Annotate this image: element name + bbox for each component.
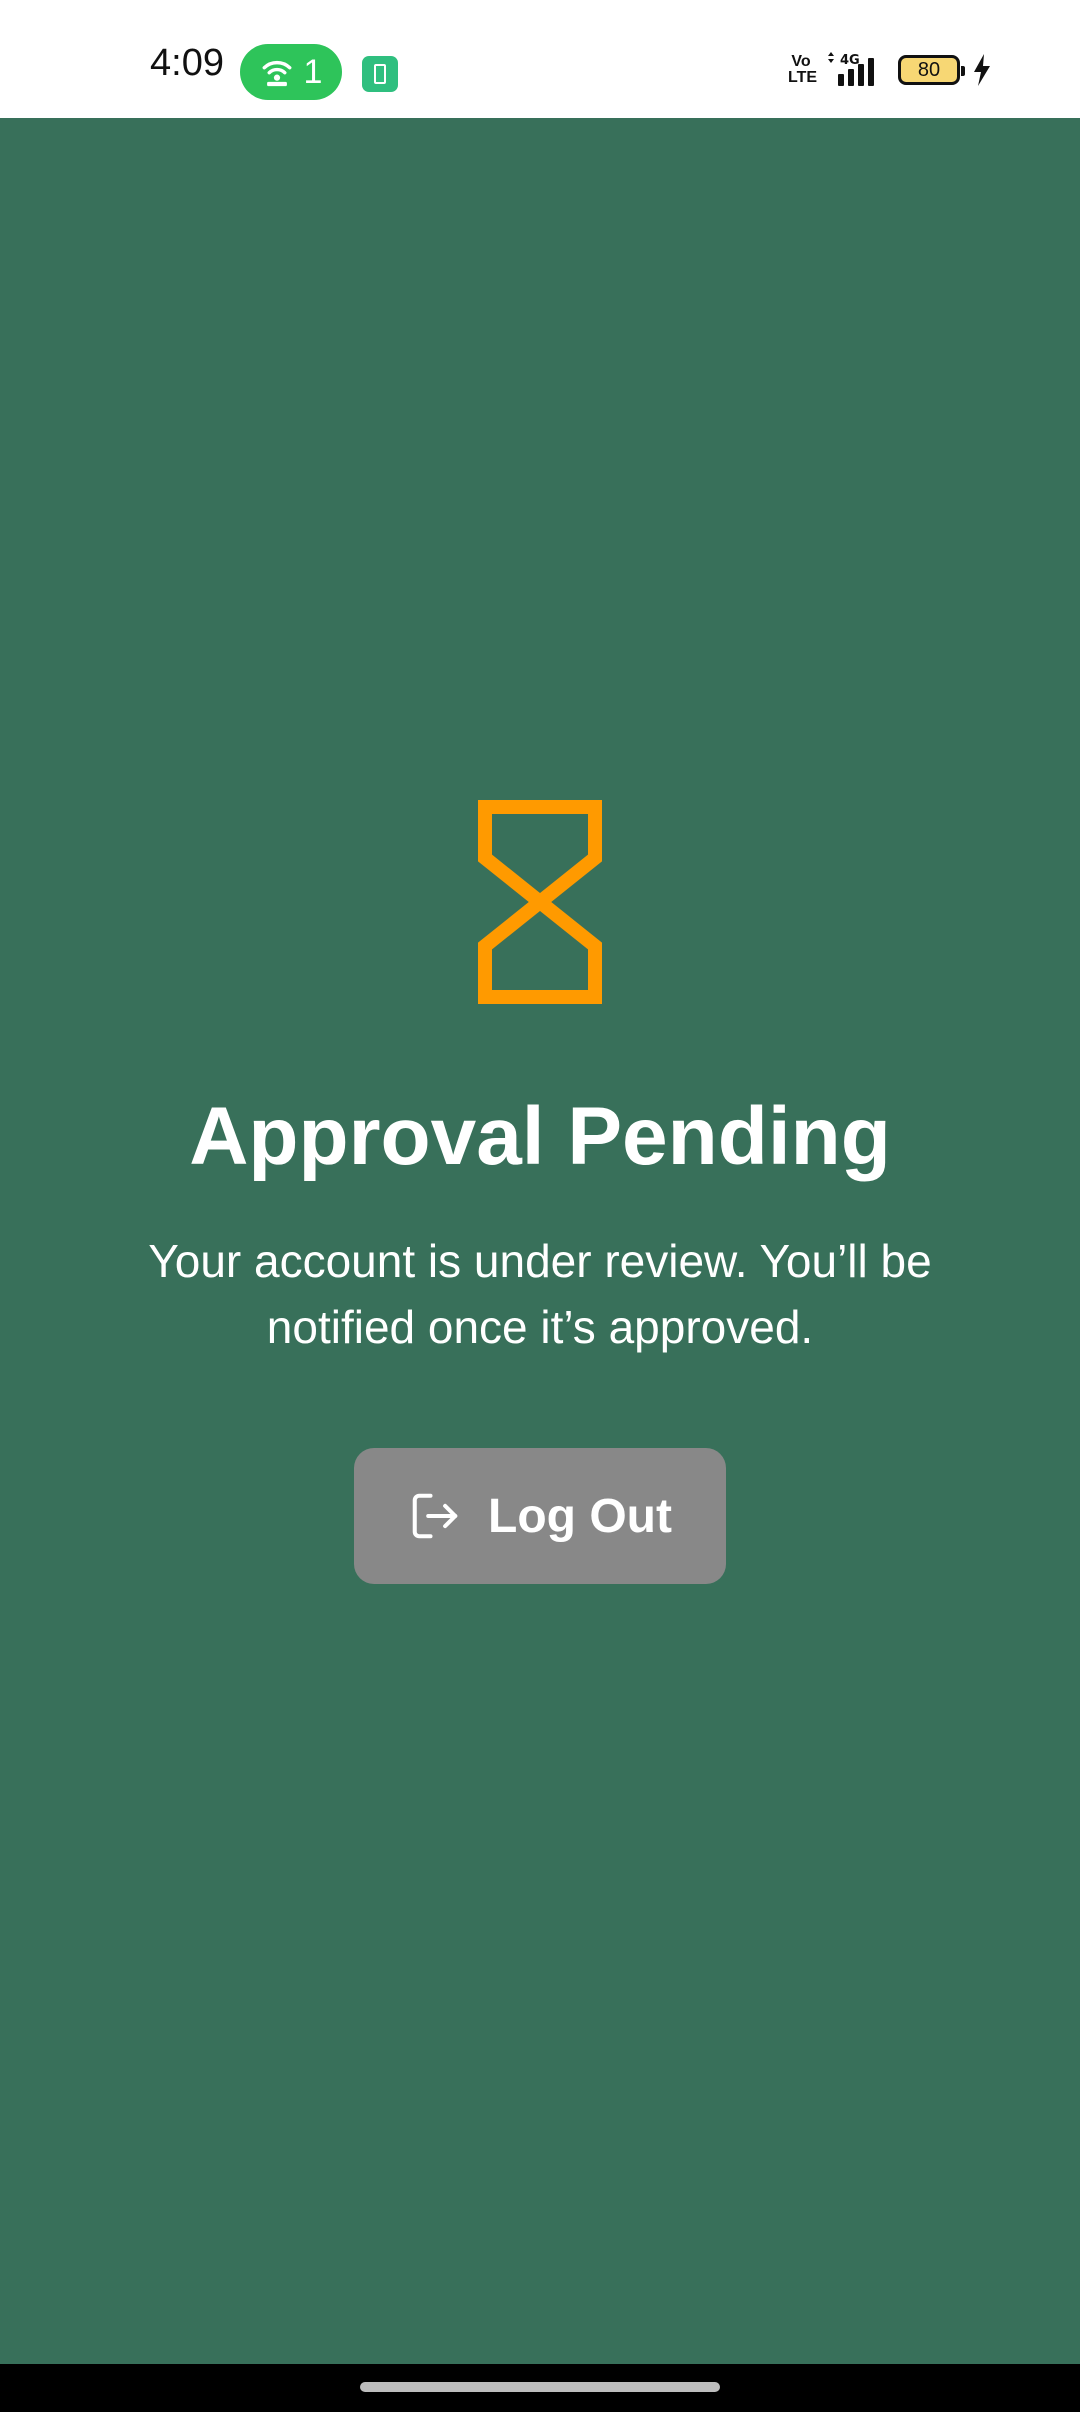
- hourglass-icon: [478, 800, 602, 1004]
- logout-label: Log Out: [488, 1489, 672, 1543]
- logout-button[interactable]: Log Out: [354, 1448, 726, 1584]
- screen: 4:09 1 Vo LTE 4G 80 Approval Pending You…: [0, 0, 1080, 2412]
- hotspot-indicator[interactable]: 1: [240, 44, 342, 100]
- status-bar: 4:09 1 Vo LTE 4G 80: [0, 0, 1080, 118]
- battery-saver-icon: [362, 56, 398, 92]
- hotspot-icon: [262, 60, 291, 87]
- volte-indicator: Vo LTE: [788, 53, 818, 86]
- hotspot-count: 1: [303, 52, 323, 91]
- charging-icon: [972, 54, 992, 86]
- battery-icon: 80: [898, 55, 965, 85]
- status-message: Your account is under review. You’ll be …: [148, 1235, 932, 1353]
- navigation-bar: [0, 2364, 1080, 2412]
- home-indicator[interactable]: [360, 2382, 720, 2392]
- status-time: 4:09: [150, 42, 224, 84]
- signal-icon: 4G: [826, 52, 886, 88]
- page-title: Approval Pending: [189, 1091, 891, 1182]
- battery-level: 80: [917, 58, 941, 81]
- approval-pending-screen: Approval Pending Your account is under r…: [0, 118, 1080, 2364]
- network-type: 4G: [840, 53, 860, 68]
- logout-icon: [412, 1493, 458, 1539]
- status-icons: Vo LTE 4G 80: [788, 52, 992, 88]
